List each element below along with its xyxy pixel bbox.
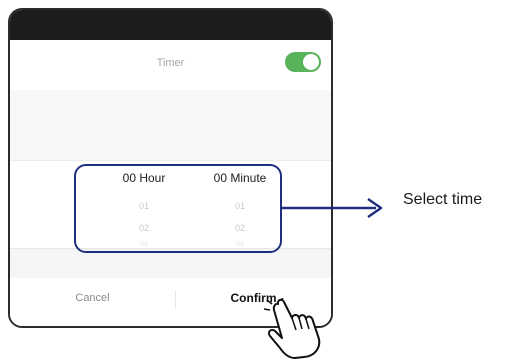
select-time-callout: Select time bbox=[403, 191, 483, 208]
hand-pointer-icon bbox=[263, 298, 321, 359]
